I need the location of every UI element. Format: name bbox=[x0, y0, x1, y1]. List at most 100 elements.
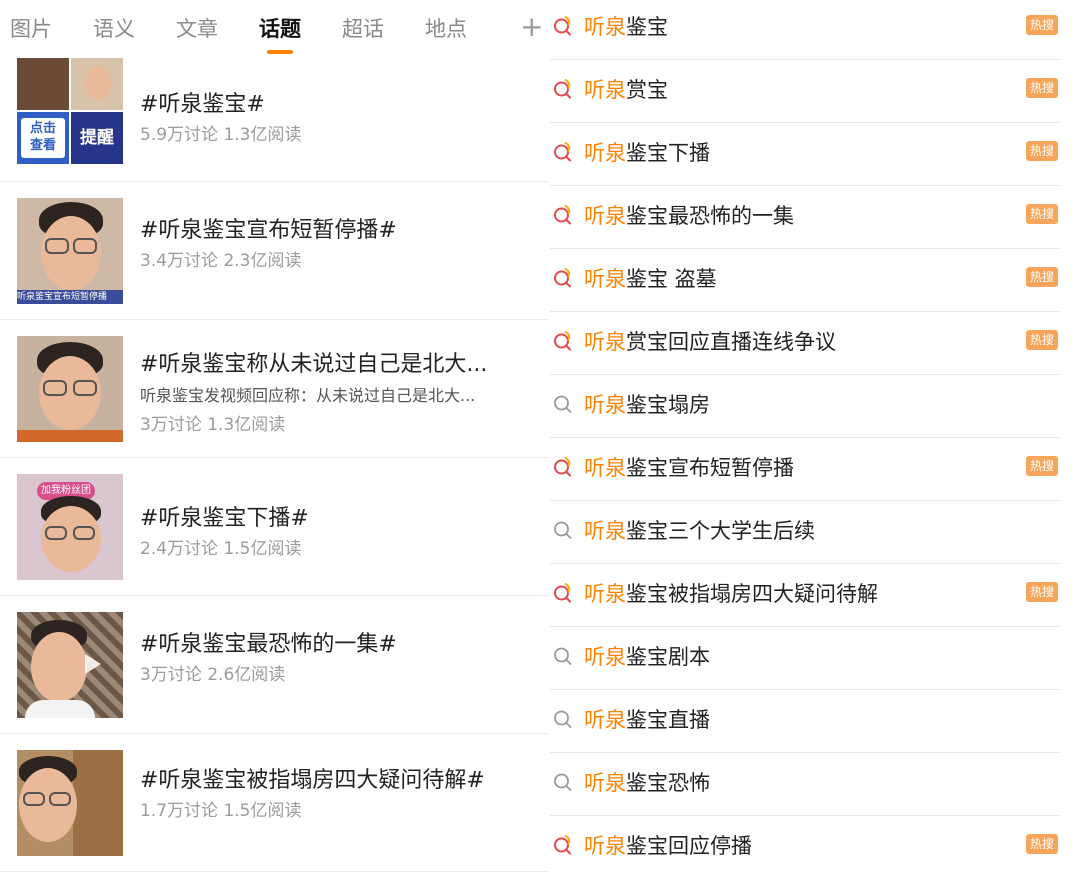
suggestion-rest: 鉴宝最恐怖的一集 bbox=[626, 204, 794, 228]
suggestion-text[interactable]: 听泉鉴宝塌房 bbox=[584, 389, 710, 419]
suggestion-highlight: 听泉 bbox=[584, 141, 626, 165]
hot-badge: 热搜 bbox=[1026, 582, 1058, 602]
topic-title[interactable]: #听泉鉴宝称从未说过自己是北大... bbox=[140, 346, 487, 378]
suggestion-text[interactable]: 听泉鉴宝 bbox=[584, 11, 668, 41]
suggestion-highlight: 听泉 bbox=[584, 519, 626, 543]
suggestion-item[interactable]: 听泉鉴宝三个大学生后续 bbox=[548, 501, 1080, 564]
search-icon bbox=[554, 395, 572, 413]
search-suggestion-panel: 听泉鉴宝 热搜 听泉赏宝 热搜 听泉鉴宝下播 热搜 听泉鉴宝最恐怖的一集 热搜 听泉鉴宝 盗墓热… bbox=[548, 0, 1080, 872]
hot-badge: 热搜 bbox=[1026, 204, 1058, 224]
suggestion-rest: 鉴宝直播 bbox=[626, 708, 710, 732]
topic-meta: 3万讨论 2.6亿阅读 bbox=[140, 665, 286, 685]
suggestion-highlight: 听泉 bbox=[584, 204, 626, 228]
topic-item[interactable]: #听泉鉴宝最恐怖的一集# 3万讨论 2.6亿阅读 bbox=[0, 596, 548, 734]
hot-search-icon bbox=[554, 16, 571, 36]
suggestion-highlight: 听泉 bbox=[584, 393, 626, 417]
topic-thumbnail bbox=[17, 612, 123, 718]
search-icon bbox=[554, 521, 572, 539]
topic-title[interactable]: #听泉鉴宝最恐怖的一集# bbox=[140, 626, 397, 658]
suggestion-rest: 赏宝回应直播连线争议 bbox=[626, 330, 836, 354]
hot-badge: 热搜 bbox=[1026, 15, 1058, 35]
suggestion-highlight: 听泉 bbox=[584, 267, 626, 291]
suggestion-rest: 鉴宝三个大学生后续 bbox=[626, 519, 815, 543]
topic-meta: 5.9万讨论 1.3亿阅读 bbox=[140, 125, 302, 145]
suggestion-rest: 鉴宝剧本 bbox=[626, 645, 710, 669]
suggestion-text[interactable]: 听泉赏宝 bbox=[584, 74, 668, 104]
topic-item[interactable]: #听泉鉴宝称从未说过自己是北大... 听泉鉴宝发视频回应称：从未说过自己是北大.… bbox=[0, 320, 548, 458]
topic-title[interactable]: #听泉鉴宝# bbox=[140, 86, 265, 118]
thumb-caption: 听泉鉴宝宣布短暂停播 bbox=[17, 290, 123, 304]
topic-item[interactable]: #听泉鉴宝被指塌房四大疑问待解# 1.7万讨论 1.5亿阅读 bbox=[0, 734, 548, 872]
add-tab-icon[interactable]: + bbox=[520, 10, 543, 44]
suggestion-item[interactable]: 听泉鉴宝 热搜 bbox=[548, 0, 1080, 60]
suggestion-highlight: 听泉 bbox=[584, 771, 626, 795]
suggestion-rest: 鉴宝下播 bbox=[626, 141, 710, 165]
suggestion-text[interactable]: 听泉鉴宝回应停播 bbox=[584, 830, 752, 860]
hot-search-icon bbox=[554, 583, 571, 603]
suggestion-highlight: 听泉 bbox=[584, 582, 626, 606]
hot-badge: 热搜 bbox=[1026, 456, 1058, 476]
suggestion-item[interactable]: 听泉鉴宝回应停播 热搜 bbox=[548, 816, 1080, 872]
suggestion-highlight: 听泉 bbox=[584, 456, 626, 480]
suggestion-text[interactable]: 听泉鉴宝下播 bbox=[584, 137, 710, 167]
hot-badge: 热搜 bbox=[1026, 267, 1058, 287]
tab-places[interactable]: 地点 bbox=[425, 16, 467, 46]
suggestion-item[interactable]: 听泉鉴宝剧本 bbox=[548, 627, 1080, 690]
topic-title[interactable]: #听泉鉴宝下播# bbox=[140, 500, 309, 532]
suggestion-text[interactable]: 听泉鉴宝宣布短暂停播 bbox=[584, 452, 794, 482]
suggestion-rest: 鉴宝回应停播 bbox=[626, 834, 752, 858]
suggestion-item[interactable]: 听泉鉴宝 盗墓 热搜 bbox=[548, 249, 1080, 312]
suggestion-highlight: 听泉 bbox=[584, 330, 626, 354]
suggestion-item[interactable]: 听泉鉴宝宣布短暂停播 热搜 bbox=[548, 438, 1080, 501]
suggestion-item[interactable]: 听泉赏宝回应直播连线争议 热搜 bbox=[548, 312, 1080, 375]
tab-images[interactable]: 图片 bbox=[10, 16, 52, 46]
topic-thumbnail bbox=[17, 336, 123, 442]
hot-search-icon bbox=[554, 142, 571, 162]
hot-search-icon bbox=[554, 205, 571, 225]
tab-super-topics[interactable]: 超话 bbox=[342, 16, 384, 46]
suggestion-text[interactable]: 听泉鉴宝最恐怖的一集 bbox=[584, 200, 794, 230]
topic-thumbnail: 听泉鉴宝宣布短暂停播 bbox=[17, 198, 123, 304]
suggestion-highlight: 听泉 bbox=[584, 15, 626, 39]
thumb-label-3: 提醒 bbox=[71, 112, 123, 164]
suggestion-text[interactable]: 听泉赏宝回应直播连线争议 bbox=[584, 326, 836, 356]
tab-articles[interactable]: 文章 bbox=[176, 16, 218, 46]
suggestion-item[interactable]: 听泉鉴宝最恐怖的一集 热搜 bbox=[548, 186, 1080, 249]
topic-title[interactable]: #听泉鉴宝宣布短暂停播# bbox=[140, 212, 397, 244]
topic-title[interactable]: #听泉鉴宝被指塌房四大疑问待解# bbox=[140, 762, 485, 794]
suggestion-text[interactable]: 听泉鉴宝被指塌房四大疑问待解 bbox=[584, 578, 878, 608]
suggestion-highlight: 听泉 bbox=[584, 834, 626, 858]
topic-meta: 1.7万讨论 1.5亿阅读 bbox=[140, 801, 302, 821]
topic-description: 听泉鉴宝发视频回应称：从未说过自己是北大... bbox=[140, 386, 476, 405]
suggestion-item[interactable]: 听泉赏宝 热搜 bbox=[548, 60, 1080, 123]
thumb-label-2: 查看 bbox=[29, 138, 56, 153]
hot-badge: 热搜 bbox=[1026, 834, 1058, 854]
suggestion-text[interactable]: 听泉鉴宝恐怖 bbox=[584, 767, 710, 797]
suggestion-rest: 鉴宝 bbox=[626, 15, 668, 39]
suggestion-text[interactable]: 听泉鉴宝剧本 bbox=[584, 641, 710, 671]
topic-thumbnail: 点击 查看 提醒 bbox=[17, 58, 123, 164]
suggestion-text[interactable]: 听泉鉴宝直播 bbox=[584, 704, 710, 734]
suggestion-text[interactable]: 听泉鉴宝 盗墓 bbox=[584, 263, 717, 293]
suggestion-item[interactable]: 听泉鉴宝被指塌房四大疑问待解 热搜 bbox=[548, 564, 1080, 627]
suggestion-text[interactable]: 听泉鉴宝三个大学生后续 bbox=[584, 515, 815, 545]
tab-semantic[interactable]: 语义 bbox=[93, 16, 135, 46]
topic-item[interactable]: 听泉鉴宝宣布短暂停播 #听泉鉴宝宣布短暂停播# 3.4万讨论 2.3亿阅读 bbox=[0, 182, 548, 320]
thumb-label-1: 点击 bbox=[29, 121, 56, 136]
search-icon bbox=[554, 773, 572, 791]
topic-thumbnail bbox=[17, 750, 123, 856]
hot-search-icon bbox=[554, 79, 571, 99]
search-icon bbox=[554, 710, 572, 728]
topic-item[interactable]: 加我粉丝团 #听泉鉴宝下播# 2.4万讨论 1.5亿阅读 bbox=[0, 458, 548, 596]
topic-list: 点击 查看 提醒 #听泉鉴宝# 5.9万讨论 1.3亿阅读 听泉鉴宝宣布短暂停播… bbox=[0, 58, 548, 872]
suggestion-item[interactable]: 听泉鉴宝下播 热搜 bbox=[548, 123, 1080, 186]
suggestion-rest: 赏宝 bbox=[626, 78, 668, 102]
topic-meta: 2.4万讨论 1.5亿阅读 bbox=[140, 539, 302, 559]
suggestion-item[interactable]: 听泉鉴宝直播 bbox=[548, 690, 1080, 753]
topic-item[interactable]: 点击 查看 提醒 #听泉鉴宝# 5.9万讨论 1.3亿阅读 bbox=[0, 58, 548, 182]
tab-topics[interactable]: 话题 bbox=[259, 16, 301, 54]
topic-thumbnail: 加我粉丝团 bbox=[17, 474, 123, 580]
suggestion-item[interactable]: 听泉鉴宝恐怖 bbox=[548, 753, 1080, 816]
suggestion-rest: 鉴宝被指塌房四大疑问待解 bbox=[626, 582, 878, 606]
suggestion-item[interactable]: 听泉鉴宝塌房 bbox=[548, 375, 1080, 438]
